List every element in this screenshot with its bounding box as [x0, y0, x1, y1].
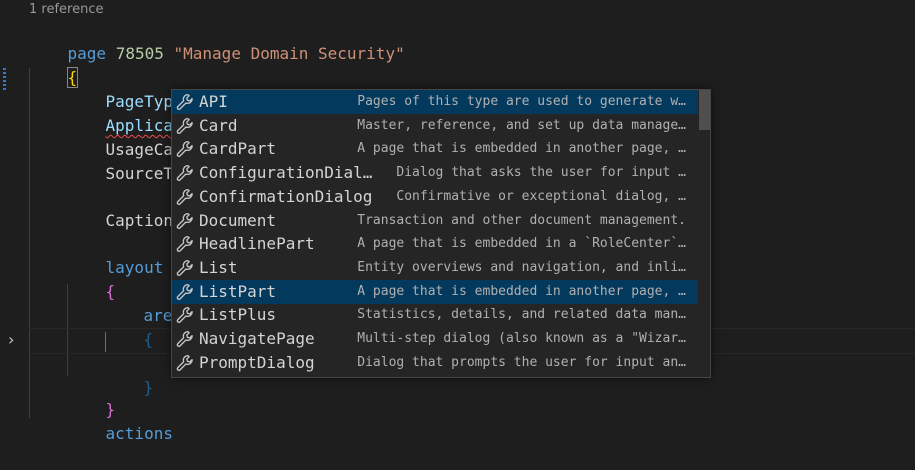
gutter-change-marker — [3, 68, 6, 90]
wrench-icon — [176, 283, 193, 300]
suggest-widget[interactable]: PromptDialog Dialog that prompts the user… — [171, 89, 711, 378]
wrench-icon — [176, 236, 193, 253]
chevron-right-icon[interactable]: › — [8, 330, 14, 350]
wrench-icon — [176, 212, 193, 229]
code-line-layout[interactable]: layout — [67, 232, 164, 277]
suggest-scrollbar[interactable] — [699, 90, 710, 377]
suggest-item-label: ConfigurationDial… — [199, 163, 373, 183]
wrench-icon — [176, 117, 193, 134]
suggest-item-confirmationdialog[interactable]: ConfirmationDialog Confirmative or except… — [172, 185, 698, 209]
suggest-item-detail: A page that is embedded in a `RoleCenter… — [357, 236, 686, 252]
suggest-item-label: ListPlus — [199, 305, 277, 325]
suggest-item-detail: Confirmative or exceptional dialog, … — [396, 188, 686, 204]
wrench-icon — [176, 141, 193, 158]
suggest-item-label: List — [199, 257, 238, 277]
suggest-item-detail: Dialog that asks the user for input … — [396, 165, 686, 181]
suggest-item-label: Document — [199, 210, 277, 230]
suggest-item-label: NavigatePage — [199, 329, 315, 348]
code-editor[interactable]: 1 reference › page 78505 "Manage Domain … — [0, 0, 915, 443]
suggest-scrollbar-thumb[interactable] — [699, 90, 710, 130]
code-line-page[interactable]: page 78505 "Manage Domain Security" — [29, 18, 405, 63]
suggest-item-label: CardPart — [199, 139, 277, 159]
suggest-item-label: HeadlinePart — [199, 234, 315, 254]
property-caption: Caption — [105, 211, 173, 230]
suggest-item-label: ListPart — [199, 281, 277, 301]
page-id: 78505 — [115, 44, 164, 63]
code-line-open-brace[interactable]: { — [29, 42, 79, 88]
area-close-brace: } — [143, 378, 154, 397]
suggest-item-detail: A page that is embedded in another page,… — [357, 141, 686, 157]
suggest-item-detail: Transaction and other document managemen… — [357, 212, 686, 228]
indent-guide — [29, 68, 30, 418]
suggest-item-detail: A page that is embedded in another page,… — [357, 283, 686, 299]
suggest-item-promptdialog[interactable]: PromptDialog Dialog that prompts the user… — [172, 351, 698, 375]
code-line-pagetype[interactable]: PageType = — [67, 66, 202, 111]
suggest-item-detail: Statistics, details, and related data ma… — [357, 307, 686, 323]
wrench-icon — [176, 331, 193, 347]
code-line-layout-close[interactable]: } — [67, 374, 116, 419]
suggest-item-label: PromptDialog — [199, 352, 315, 372]
wrench-icon — [176, 165, 193, 182]
suggest-item-listpart[interactable]: ListPart A page that is embedded in anoth… — [172, 279, 698, 304]
code-line-area-close[interactable]: } — [105, 352, 154, 397]
suggest-item-cardpart[interactable]: CardPart A page that is embedded in anoth… — [172, 137, 698, 161]
suggest-item-document[interactable]: Document Transaction and other document m… — [172, 209, 698, 233]
suggest-item-label: ConfirmationDialog — [199, 186, 373, 206]
suggest-item-label: Card — [199, 115, 238, 135]
suggest-item-navigatepage[interactable]: NavigatePage Multi-step dialog (also know… — [172, 327, 698, 351]
suggest-item-detail: Multi-step dialog (also known as a "Wiza… — [357, 331, 686, 346]
wrench-icon — [176, 354, 193, 371]
suggest-item-detail: Master, reference, and set up data manag… — [357, 117, 686, 133]
suggest-item-label: API — [199, 92, 228, 111]
code-line-actions[interactable]: actions — [67, 398, 173, 443]
suggest-item-headlinepart[interactable]: HeadlinePart A page that is embedded in a… — [172, 232, 698, 256]
wrench-icon — [176, 307, 193, 324]
wrench-icon — [176, 188, 193, 205]
code-line-area-brace[interactable]: { — [105, 304, 154, 349]
suggest-item-detail: Dialog that prompts the user for input a… — [357, 354, 686, 370]
suggest-item-detail: Entity overviews and navigation, and inl… — [357, 259, 686, 275]
suggest-item-detail: Pages of this type are used to generate … — [357, 94, 686, 109]
wrench-icon — [176, 259, 193, 276]
suggest-item-api[interactable]: API Pages of this type are used to genera… — [172, 90, 698, 114]
wrench-icon — [176, 94, 193, 110]
suggest-item-list[interactable]: List Entity overviews and navigation, and… — [172, 256, 698, 280]
suggest-item-configurationdial[interactable]: ConfigurationDial… Dialog that asks the u… — [172, 161, 698, 185]
code-line-layout-brace[interactable]: { — [67, 256, 116, 301]
page-name: "Manage Domain Security" — [173, 44, 405, 63]
suggest-item-card[interactable]: Card Master, reference, and set up data m… — [172, 114, 698, 138]
codelens-references[interactable]: 1 reference — [29, 0, 103, 20]
keyword-actions: actions — [105, 424, 173, 443]
suggest-item-listplus[interactable]: ListPlus Statistics, details, and related… — [172, 303, 698, 327]
